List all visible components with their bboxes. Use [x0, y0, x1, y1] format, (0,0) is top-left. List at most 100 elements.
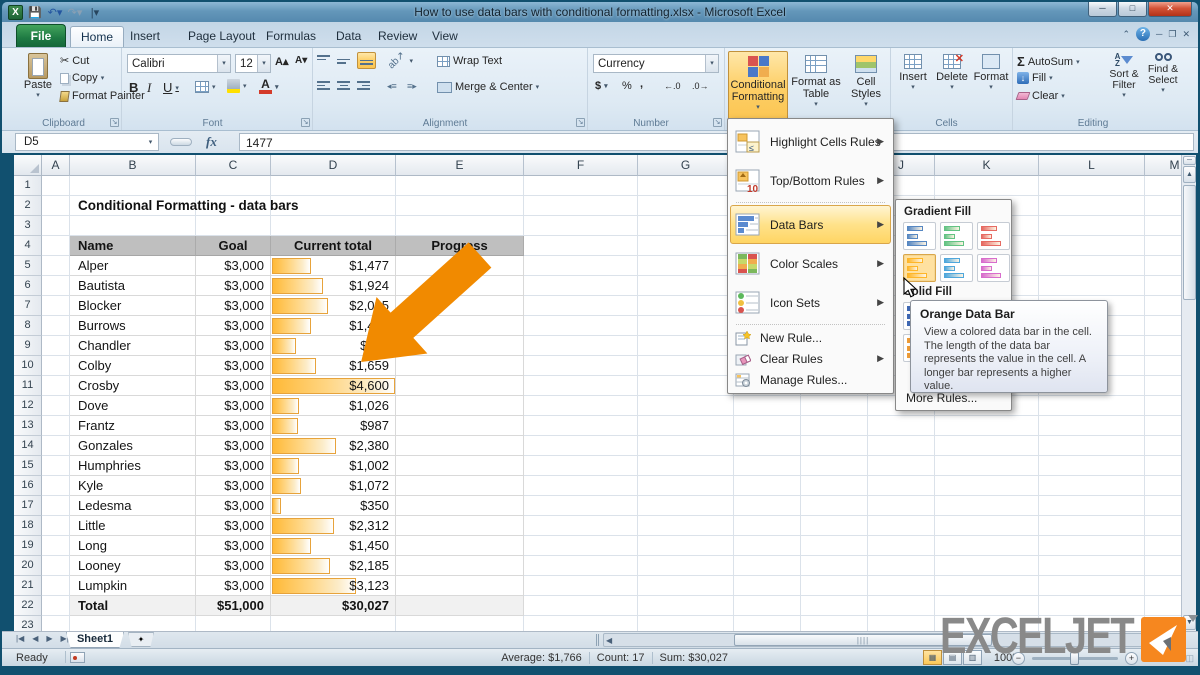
split-handle[interactable]: ─	[1183, 156, 1196, 165]
percent-style-button[interactable]: %	[622, 80, 632, 92]
column-header-K[interactable]: K	[935, 155, 1039, 176]
row-header-12[interactable]: 12	[14, 396, 42, 416]
macro-record-icon[interactable]	[70, 652, 85, 663]
cell-progress[interactable]	[396, 416, 524, 436]
cell-goal[interactable]: $3,000	[196, 556, 271, 576]
total-goal[interactable]: $51,000	[196, 596, 271, 616]
cell-name[interactable]: Humphries	[70, 456, 196, 476]
row-header-13[interactable]: 13	[14, 416, 42, 436]
cell-progress[interactable]	[396, 536, 524, 556]
align-center-button[interactable]	[337, 81, 350, 90]
menu-item-new-rule[interactable]: New Rule...	[730, 327, 891, 348]
cell-name[interactable]: Crosby	[70, 376, 196, 396]
vertical-scrollbar[interactable]: ─ ▲ ▼	[1181, 155, 1196, 631]
cell-goal[interactable]: $3,000	[196, 436, 271, 456]
bold-button[interactable]: B	[129, 80, 138, 95]
collapse-ribbon-icon[interactable]: ⌃	[1122, 29, 1130, 40]
row-header-6[interactable]: 6	[14, 276, 42, 296]
column-header-A[interactable]: A	[42, 155, 70, 176]
swatch-light-blue-data-bar[interactable]	[940, 254, 973, 282]
comma-style-button[interactable]: ,	[640, 78, 643, 90]
cell-current[interactable]: $2,312	[271, 516, 396, 536]
row-header-20[interactable]: 20	[14, 556, 42, 576]
column-header-D[interactable]: D	[271, 155, 396, 176]
cell-goal[interactable]: $3,000	[196, 476, 271, 496]
row-header-1[interactable]: 1	[14, 176, 42, 196]
row-header-19[interactable]: 19	[14, 536, 42, 556]
font-name-combo[interactable]: Calibri▾	[127, 54, 231, 73]
menu-item-highlight-cells-rules[interactable]: ≤Highlight Cells Rules▶	[730, 122, 891, 161]
formula-input[interactable]: 1477	[239, 133, 1194, 151]
cell-goal[interactable]: $3,000	[196, 456, 271, 476]
cut-button[interactable]: ✂Cut	[60, 54, 89, 67]
cell-name[interactable]: Little	[70, 516, 196, 536]
cell-name[interactable]: Looney	[70, 556, 196, 576]
scroll-up-icon[interactable]: ▲	[1183, 166, 1196, 183]
fill-color-button[interactable]: ▾	[227, 79, 247, 93]
first-sheet-icon[interactable]: |◀	[16, 634, 24, 643]
next-sheet-icon[interactable]: ▶	[46, 634, 52, 643]
tab-split-handle[interactable]	[596, 634, 599, 646]
total-current[interactable]: $30,027	[271, 596, 396, 616]
close-icon[interactable]: ✕	[1148, 2, 1192, 17]
name-box-dropdown-icon[interactable]: ▾	[144, 135, 157, 149]
row-header-10[interactable]: 10	[14, 356, 42, 376]
delete-cells-button[interactable]: ✕Delete▾	[933, 54, 971, 91]
paste-button[interactable]: Paste ▾	[20, 53, 56, 99]
swatch-red-data-bar[interactable]	[977, 222, 1010, 250]
cell-current[interactable]: $2,185	[271, 556, 396, 576]
maximize-icon[interactable]: □	[1118, 2, 1147, 17]
swatch-purple-data-bar[interactable]	[977, 254, 1010, 282]
align-right-button[interactable]	[357, 81, 370, 90]
total-label[interactable]: Total	[70, 596, 196, 616]
cell-goal[interactable]: $3,000	[196, 536, 271, 556]
tab-home[interactable]: Home	[70, 26, 124, 47]
font-size-combo[interactable]: 12▾	[235, 54, 271, 73]
cell-goal[interactable]: $3,000	[196, 516, 271, 536]
menu-item-color-scales[interactable]: Color Scales▶	[730, 244, 891, 283]
row-header-14[interactable]: 14	[14, 436, 42, 456]
tab-page-layout[interactable]: Page Layout	[178, 26, 265, 47]
cell-goal[interactable]: $3,000	[196, 396, 271, 416]
grow-font-button[interactable]: A▴	[275, 55, 288, 68]
row-header-3[interactable]: 3	[14, 216, 42, 236]
font-color-button[interactable]: A▾	[259, 79, 279, 94]
workbook-restore-icon[interactable]: ❐	[1168, 29, 1176, 40]
cell-name[interactable]: Bautista	[70, 276, 196, 296]
cell-name[interactable]: Ledesma	[70, 496, 196, 516]
align-left-button[interactable]	[317, 81, 330, 90]
menu-item-clear-rules[interactable]: Clear Rules▶	[730, 348, 891, 369]
increase-indent-button[interactable]: ≡▸	[407, 81, 417, 92]
cell-goal[interactable]: $3,000	[196, 296, 271, 316]
cell-current[interactable]: $1,450	[271, 536, 396, 556]
italic-button[interactable]: I	[147, 80, 151, 96]
row-header-4[interactable]: 4	[14, 236, 42, 256]
workbook-minimize-icon[interactable]: ─	[1156, 29, 1162, 39]
number-format-combo[interactable]: Currency▾	[593, 54, 719, 73]
cell-name[interactable]: Gonzales	[70, 436, 196, 456]
swatch-green-data-bar[interactable]	[940, 222, 973, 250]
increase-decimal-button[interactable]: ←.0	[664, 81, 681, 91]
cell-goal[interactable]: $3,000	[196, 256, 271, 276]
tab-view[interactable]: View	[422, 26, 468, 47]
row-header-15[interactable]: 15	[14, 456, 42, 476]
format-as-table-button[interactable]: Format as Table ▾	[791, 51, 841, 123]
row-header-16[interactable]: 16	[14, 476, 42, 496]
cell-name[interactable]: Lumpkin	[70, 576, 196, 596]
cell-name[interactable]: Long	[70, 536, 196, 556]
workbook-close-icon[interactable]: ✕	[1182, 29, 1190, 40]
merge-center-button[interactable]: Merge & Center▾	[437, 81, 539, 93]
column-header-M[interactable]: M	[1145, 155, 1181, 176]
total-progress[interactable]	[396, 596, 524, 616]
sort-filter-button[interactable]: AZ Sort & Filter▾	[1105, 53, 1143, 99]
tab-review[interactable]: Review	[368, 26, 427, 47]
row-header-2[interactable]: 2	[14, 196, 42, 216]
borders-button[interactable]: ▾	[195, 81, 216, 93]
tab-data[interactable]: Data	[326, 26, 371, 47]
tab-insert[interactable]: Insert	[120, 26, 170, 47]
cell-progress[interactable]	[396, 476, 524, 496]
column-header-F[interactable]: F	[524, 155, 638, 176]
select-all-corner[interactable]	[14, 155, 42, 176]
middle-align-button[interactable]	[337, 55, 350, 64]
cell-goal[interactable]: $3,000	[196, 316, 271, 336]
